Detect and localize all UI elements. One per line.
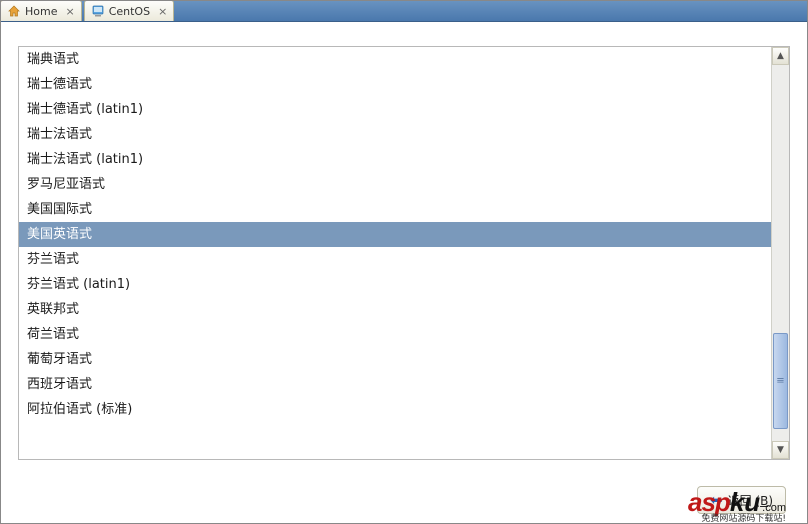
button-bar: ⬅ 返回 (B) (697, 486, 786, 514)
list-item[interactable]: 芬兰语式 (latin1) (19, 272, 771, 297)
list-item[interactable]: 瑞士德语式 (19, 72, 771, 97)
computer-icon (91, 4, 105, 18)
close-icon[interactable]: × (158, 5, 167, 18)
list-item[interactable]: 西班牙语式 (19, 372, 771, 397)
main-content: 瑞典语式瑞士德语式瑞士德语式 (latin1)瑞士法语式瑞士法语式 (latin… (0, 22, 808, 478)
list-item[interactable]: 瑞士法语式 (latin1) (19, 147, 771, 172)
layout-list[interactable]: 瑞典语式瑞士德语式瑞士德语式 (latin1)瑞士法语式瑞士法语式 (latin… (19, 47, 771, 459)
list-item[interactable]: 瑞士德语式 (latin1) (19, 97, 771, 122)
scroll-up-button[interactable]: ▲ (772, 47, 789, 65)
close-icon[interactable]: × (65, 5, 74, 18)
scroll-track[interactable] (772, 65, 789, 441)
tab-label: Home (25, 5, 57, 18)
arrow-left-icon: ⬅ (710, 491, 723, 509)
list-item[interactable]: 荷兰语式 (19, 322, 771, 347)
scrollbar[interactable]: ▲ ▼ (771, 47, 789, 459)
scroll-thumb[interactable] (773, 333, 788, 429)
tab-home[interactable]: Home × (0, 0, 82, 21)
home-icon (7, 4, 21, 18)
list-item[interactable]: 葡萄牙语式 (19, 347, 771, 372)
list-item[interactable]: 芬兰语式 (19, 247, 771, 272)
keyboard-layout-listbox: 瑞典语式瑞士德语式瑞士德语式 (latin1)瑞士法语式瑞士法语式 (latin… (18, 46, 790, 460)
scroll-down-button[interactable]: ▼ (772, 441, 789, 459)
list-item[interactable]: 罗马尼亚语式 (19, 172, 771, 197)
list-item[interactable]: 美国英语式 (19, 222, 771, 247)
list-item[interactable]: 瑞士法语式 (19, 122, 771, 147)
back-button[interactable]: ⬅ 返回 (B) (697, 486, 786, 514)
list-item[interactable]: 美国国际式 (19, 197, 771, 222)
back-button-label: 返回 (B) (728, 492, 773, 509)
tab-bar: Home × CentOS × (0, 0, 808, 22)
tab-label: CentOS (109, 5, 150, 18)
list-item[interactable]: 阿拉伯语式 (标准) (19, 397, 771, 422)
tab-centos[interactable]: CentOS × (84, 0, 175, 21)
list-item[interactable]: 瑞典语式 (19, 47, 771, 72)
list-item[interactable]: 英联邦式 (19, 297, 771, 322)
